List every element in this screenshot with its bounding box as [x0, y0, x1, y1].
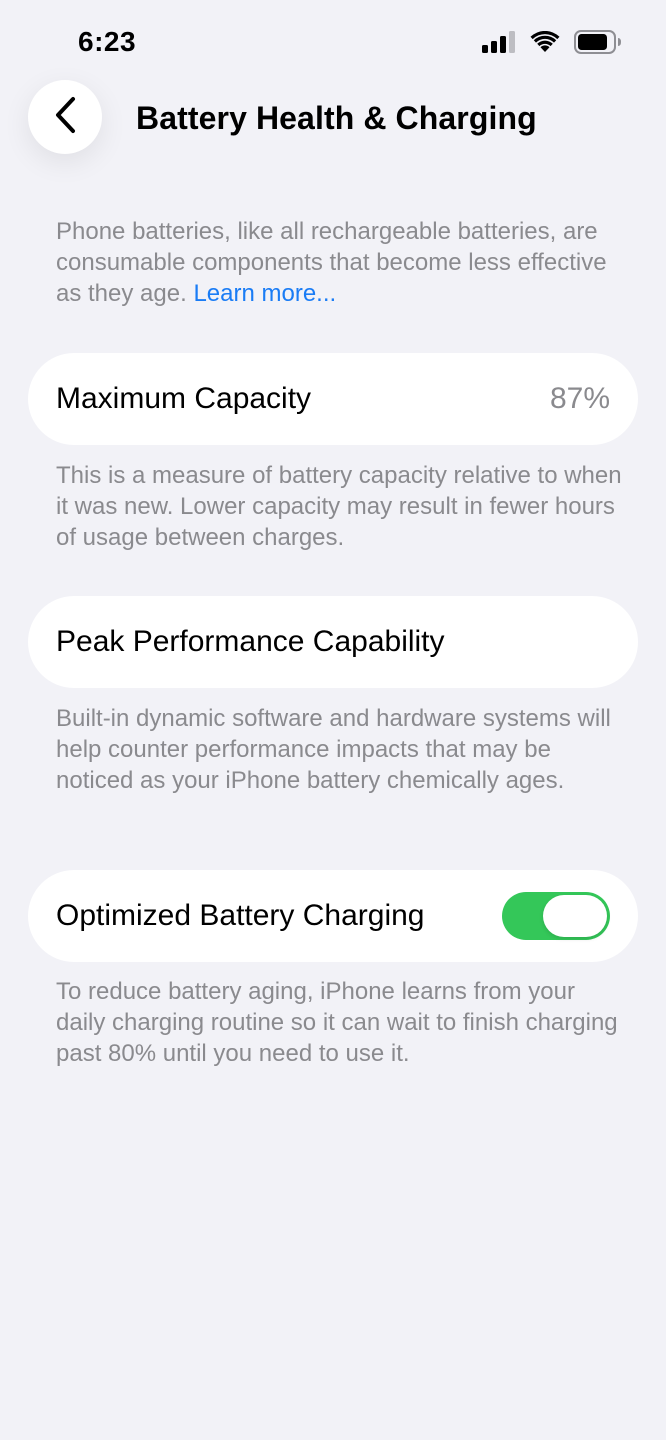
back-button[interactable] [28, 80, 102, 154]
optimized-charging-toggle[interactable] [502, 892, 610, 940]
peak-performance-label: Peak Performance Capability [56, 625, 445, 658]
navigation-bar: Battery Health & Charging [0, 80, 666, 156]
maximum-capacity-value: 87% [549, 382, 610, 415]
maximum-capacity-label: Maximum Capacity [56, 382, 312, 415]
toggle-knob [543, 895, 607, 937]
cellular-signal-icon [482, 31, 516, 53]
page-title: Battery Health & Charging [136, 100, 537, 136]
battery-icon [574, 30, 622, 54]
optimized-charging-row: Optimized Battery Charging [28, 870, 638, 962]
optimized-charging-description: To reduce battery aging, iPhone learns f… [56, 978, 618, 1067]
optimized-charging-label: Optimized Battery Charging [56, 899, 425, 932]
status-time: 6:23 [78, 26, 137, 57]
status-bar: 6:23 [0, 0, 666, 80]
peak-performance-description: Built-in dynamic software and hardware s… [56, 705, 611, 794]
peak-performance-row: Peak Performance Capability [28, 596, 638, 688]
wifi-icon [530, 31, 560, 53]
maximum-capacity-description: This is a measure of battery capacity re… [56, 462, 622, 551]
intro-description: Phone batteries, like all rechargeable b… [56, 216, 626, 309]
chevron-left-icon [52, 95, 78, 140]
learn-more-link[interactable]: Learn more... [193, 280, 336, 307]
status-icons [482, 30, 622, 54]
maximum-capacity-row: Maximum Capacity 87% [28, 353, 638, 445]
